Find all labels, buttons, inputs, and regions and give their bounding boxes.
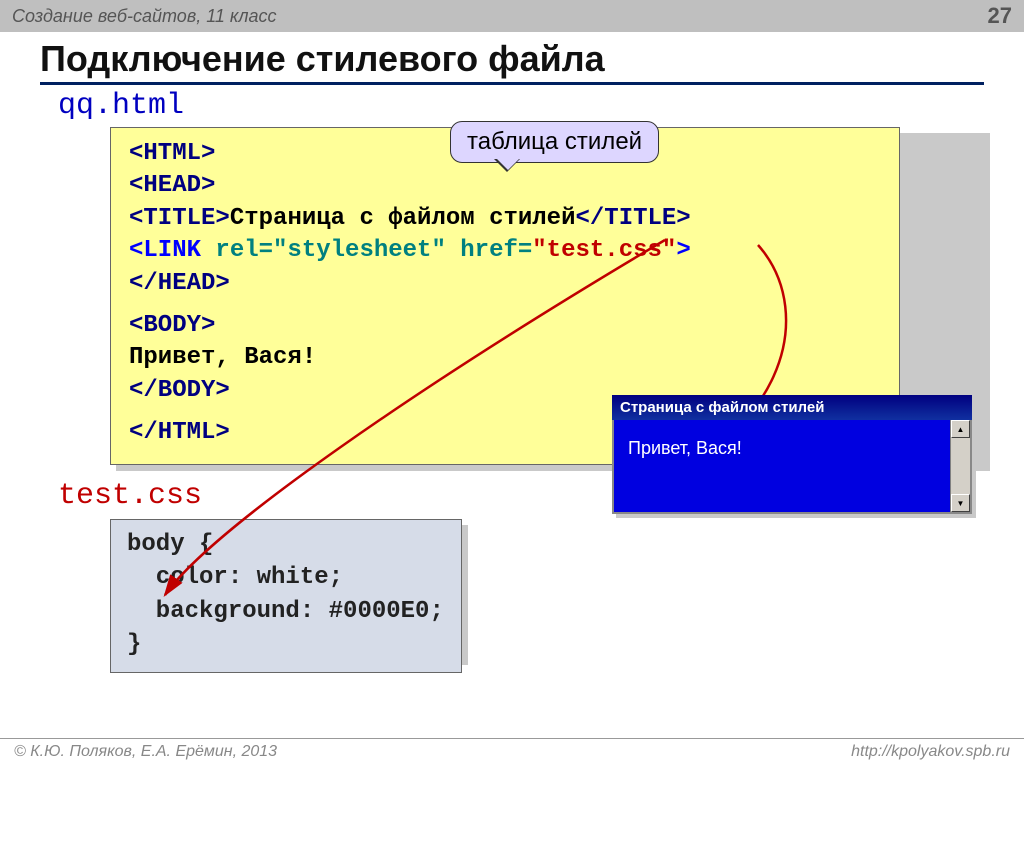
code-line: body {: [127, 528, 445, 562]
code-line: color: white;: [127, 561, 445, 595]
css-code-block: body { color: white; background: #0000E0…: [110, 519, 984, 673]
scroll-down-icon[interactable]: ▼: [951, 494, 970, 512]
page-title: Подключение стилевого файла: [40, 38, 984, 85]
course-title: Создание веб-сайтов, 11 класс: [12, 6, 277, 27]
browser-body-text: Привет, Вася!: [628, 438, 742, 458]
code-line: </HEAD>: [129, 268, 881, 300]
html-filename-label: qq.html: [58, 89, 984, 123]
code-line: Привет, Вася!: [129, 342, 881, 374]
scrollbar[interactable]: ▲ ▼: [950, 420, 970, 512]
browser-body: Привет, Вася! ▲ ▼: [612, 420, 972, 514]
browser-titlebar: Страница с файлом стилей: [612, 395, 972, 420]
callout-styles-table: таблица стилей: [450, 121, 659, 163]
code-line: <BODY>: [129, 310, 881, 342]
code-line: <TITLE>Страница с файлом стилей</TITLE>: [129, 203, 881, 235]
page-number: 27: [988, 3, 1012, 29]
footer-url: http://kpolyakov.spb.ru: [851, 743, 1010, 761]
scroll-up-icon[interactable]: ▲: [951, 420, 970, 438]
browser-preview: Страница с файлом стилей Привет, Вася! ▲…: [612, 395, 972, 514]
code-line: background: #0000E0;: [127, 595, 445, 629]
slide-footer: © К.Ю. Поляков, Е.А. Ерёмин, 2013 http:/…: [0, 738, 1024, 767]
code-line-link: <LINK rel="stylesheet" href="test.css">: [129, 235, 881, 267]
copyright-text: © К.Ю. Поляков, Е.А. Ерёмин, 2013: [14, 743, 277, 761]
slide-header: Создание веб-сайтов, 11 класс 27: [0, 0, 1024, 32]
code-line: }: [127, 628, 445, 662]
